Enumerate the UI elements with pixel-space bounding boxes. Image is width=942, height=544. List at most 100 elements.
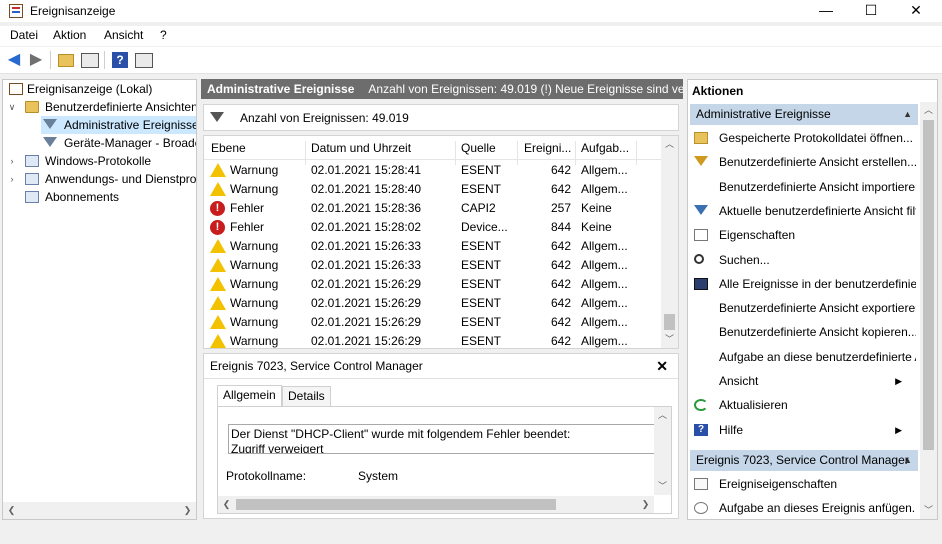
filter-icon — [43, 137, 57, 147]
tree-item-custom-views[interactable]: ∨ Benutzerdefinierte Ansichten — [3, 98, 196, 116]
actions-section-admin-events[interactable]: Administrative Ereignisse ▲ — [690, 104, 918, 125]
minimize-button[interactable]: — — [803, 0, 849, 22]
table-row[interactable]: Warnung 02.01.2021 15:26:29 ESENT 642 Allgem… — [204, 313, 662, 332]
menu-view[interactable]: Ansicht — [104, 28, 143, 42]
scroll-down-icon[interactable]: ﹀ — [661, 331, 678, 348]
chevron-right-icon[interactable]: › — [7, 170, 17, 188]
scrollbar-thumb[interactable] — [923, 120, 934, 450]
collapse-section-icon[interactable]: ▲ — [903, 450, 912, 471]
cell-level: Warnung — [230, 258, 279, 272]
close-button[interactable]: ✕ — [893, 0, 939, 22]
tree-horizontal-scrollbar[interactable]: ❮ ❯ — [3, 502, 196, 519]
column-header-datetime[interactable]: Datum und Uhrzeit — [311, 141, 451, 155]
table-row[interactable]: Warnung 02.01.2021 15:26:29 ESENT 642 Allgem… — [204, 294, 662, 313]
toolbar-separator — [50, 51, 51, 69]
actions-vertical-scrollbar[interactable]: ︿ ﹀ — [920, 102, 937, 519]
action-item[interactable]: ? Hilfe ▶ — [688, 419, 916, 441]
event-message-line: Zugriff verweigert — [231, 442, 324, 454]
table-vertical-scrollbar[interactable]: ︿ ﹀ — [661, 136, 678, 348]
create-view-icon — [694, 156, 708, 167]
action-item[interactable]: Aktualisieren — [688, 394, 916, 416]
up-folder-icon[interactable] — [58, 54, 74, 67]
table-row[interactable]: Warnung 02.01.2021 15:26:29 ESENT 642 Allgem… — [204, 275, 662, 294]
cell-datetime: 02.01.2021 15:26:33 — [311, 258, 422, 272]
cell-event-id: 642 — [550, 277, 571, 291]
scroll-up-icon[interactable]: ︿ — [654, 407, 671, 424]
column-header-event-id[interactable]: Ereigni... — [524, 141, 574, 155]
tree-item-admin-events[interactable]: Administrative Ereignisse — [41, 116, 196, 134]
action-item[interactable]: Aufgabe an dieses Ereignis anfügen... — [688, 497, 916, 519]
cell-task: Allgem... — [581, 182, 628, 196]
collapse-section-icon[interactable]: ▲ — [903, 104, 912, 125]
chevron-down-icon[interactable]: ∨ — [7, 98, 17, 116]
subscription-icon — [25, 191, 39, 203]
filter-icon — [43, 119, 57, 129]
column-header-level[interactable]: Ebene — [211, 141, 301, 155]
show-hide-tree-icon[interactable] — [81, 53, 99, 68]
toolbar: ◀ ▶ ? — [0, 47, 942, 74]
scroll-right-icon[interactable]: ❯ — [179, 502, 196, 519]
tree-item-app-service-logs[interactable]: › Anwendungs- und Dienstprotokolle — [3, 170, 197, 188]
tree-item-device-manager[interactable]: Geräte-Manager - Broadcom — [3, 134, 196, 152]
tab-general[interactable]: Allgemein — [217, 385, 282, 407]
column-header-source[interactable]: Quelle — [461, 141, 516, 155]
table-row[interactable]: Warnung 02.01.2021 15:28:41 ESENT 642 Allgem… — [204, 161, 662, 180]
tab-details[interactable]: Details — [282, 386, 331, 407]
close-icon[interactable]: ✕ — [656, 354, 668, 378]
scroll-left-icon[interactable]: ❮ — [3, 502, 20, 519]
event-message-line: Der Dienst "DHCP-Client" wurde mit folge… — [231, 427, 571, 441]
warning-icon — [210, 277, 226, 291]
action-item[interactable]: Alle Ereignisse in der benutzerdefiniert… — [688, 273, 916, 295]
scroll-right-icon[interactable]: ❯ — [637, 496, 654, 513]
cell-task: Allgem... — [581, 315, 628, 329]
action-item[interactable]: Aktuelle benutzerdefinierte Ansicht filt… — [688, 200, 916, 222]
show-hide-actions-icon[interactable] — [135, 53, 153, 68]
scroll-up-icon[interactable]: ︿ — [661, 136, 678, 153]
action-item[interactable]: Suchen... — [688, 249, 916, 271]
warning-icon — [210, 334, 226, 348]
action-item[interactable]: Benutzerdefinierte Ansicht kopieren... — [688, 321, 916, 343]
table-row[interactable]: Warnung 02.01.2021 15:26:29 ESENT 642 Allgem… — [204, 332, 662, 348]
actions-section-event[interactable]: Ereignis 7023, Service Control Manager ▲ — [690, 450, 918, 471]
scrollbar-thumb[interactable] — [664, 314, 675, 330]
tree-item-label: Benutzerdefinierte Ansichten — [45, 100, 196, 114]
action-item[interactable]: Aufgabe an diese benutzerdefinierte Ansi… — [688, 346, 916, 368]
tree-item-label: Ereignisanzeige (Lokal) — [27, 82, 153, 96]
action-item[interactable]: Gespeicherte Protokolldatei öffnen... — [688, 127, 916, 149]
detail-vertical-scrollbar[interactable]: ︿ ﹀ — [654, 407, 671, 495]
tree-item-windows-logs[interactable]: › Windows-Protokolle — [3, 152, 196, 170]
chevron-right-icon[interactable]: › — [7, 152, 17, 170]
action-item[interactable]: Ansicht ▶ — [688, 370, 916, 392]
column-header-task[interactable]: Aufgab... — [581, 141, 636, 155]
cell-task: Allgem... — [581, 239, 628, 253]
event-message[interactable]: Der Dienst "DHCP-Client" wurde mit folge… — [228, 424, 668, 454]
detail-horizontal-scrollbar[interactable]: ❮ ❯ — [218, 496, 654, 513]
tree-item-subscriptions[interactable]: Abonnements — [3, 188, 196, 206]
action-item[interactable]: Ereigniseigenschaften — [688, 473, 916, 495]
menu-action[interactable]: Aktion — [53, 28, 86, 42]
scroll-down-icon[interactable]: ﹀ — [654, 478, 671, 495]
action-item[interactable]: Benutzerdefinierte Ansicht importieren..… — [688, 176, 916, 198]
table-row[interactable]: Warnung 02.01.2021 15:26:33 ESENT 642 Allgem… — [204, 237, 662, 256]
action-item[interactable]: Eigenschaften — [688, 224, 916, 246]
action-item[interactable]: Benutzerdefinierte Ansicht erstellen... — [688, 151, 916, 173]
table-row[interactable]: Warnung 02.01.2021 15:28:40 ESENT 642 Allgem… — [204, 180, 662, 199]
section-title: Ereignis 7023, Service Control Manager — [696, 453, 909, 467]
forward-arrow-icon[interactable]: ▶ — [26, 51, 46, 69]
scroll-left-icon[interactable]: ❮ — [218, 496, 235, 513]
action-item[interactable]: Benutzerdefinierte Ansicht exportieren..… — [688, 297, 916, 319]
scrollbar-thumb[interactable] — [236, 499, 556, 510]
back-arrow-icon[interactable]: ◀ — [4, 51, 24, 69]
maximize-button[interactable]: ☐ — [848, 0, 894, 22]
scroll-up-icon[interactable]: ︿ — [920, 102, 937, 119]
table-row[interactable]: ! Fehler 02.01.2021 15:28:02 Device... 844 Ke… — [204, 218, 662, 237]
warning-icon — [210, 182, 226, 196]
table-row[interactable]: ! Fehler 02.01.2021 15:28:36 CAPI2 257 Keine — [204, 199, 662, 218]
tree-item-root[interactable]: Ereignisanzeige (Lokal) — [3, 80, 196, 98]
table-row[interactable]: Warnung 02.01.2021 15:26:33 ESENT 642 Allgem… — [204, 256, 662, 275]
menu-help[interactable]: ? — [160, 28, 167, 42]
menu-file[interactable]: Datei — [10, 28, 38, 42]
help-icon[interactable]: ? — [112, 52, 128, 68]
cell-datetime: 02.01.2021 15:28:36 — [311, 201, 422, 215]
scroll-down-icon[interactable]: ﹀ — [920, 502, 937, 519]
